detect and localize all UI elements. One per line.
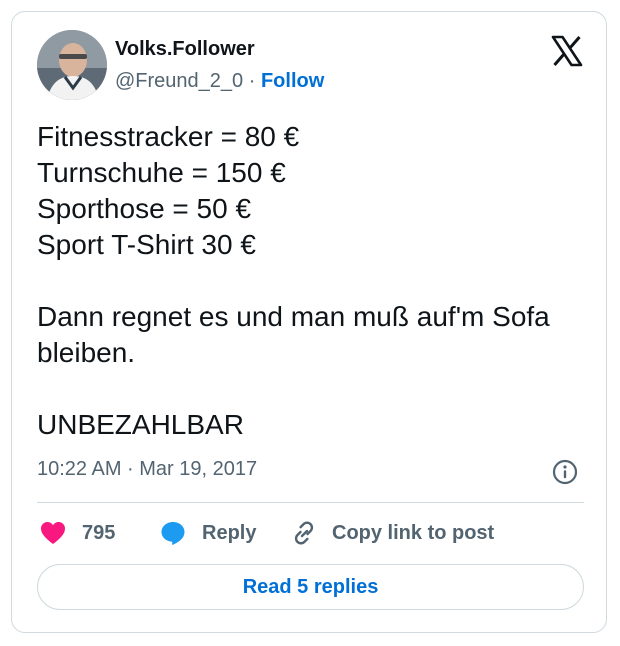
tweet-line: Sport T-Shirt 30 € (37, 229, 256, 260)
tweet-timestamp[interactable]: 10:22 AM · Mar 19, 2017 (37, 458, 257, 481)
tweet-line: Turnschuhe = 150 € (37, 157, 286, 188)
handle-row: @Freund_2_0 · Follow (115, 70, 324, 93)
like-count: 795 (82, 521, 116, 544)
separator-dot: · (248, 70, 256, 92)
tweet-text: Fitnesstracker = 80 € Turnschuhe = 150 €… (37, 119, 592, 443)
reply-button[interactable]: Reply (160, 518, 256, 548)
avatar[interactable] (37, 30, 107, 100)
link-icon (294, 521, 314, 545)
display-name[interactable]: Volks.Follower (115, 38, 255, 61)
copy-link-button[interactable]: Copy link to post (290, 518, 494, 548)
tweet-line: Sporthose = 50 € (37, 193, 252, 224)
reply-label: Reply (202, 521, 257, 544)
speech-bubble-icon (161, 522, 185, 545)
x-logo-icon[interactable] (550, 34, 584, 68)
like-button[interactable]: 795 (40, 518, 115, 548)
tweet-line: Dann regnet es und man muß auf'm Sofa bl… (37, 301, 550, 368)
tweet-card: Volks.Follower @Freund_2_0 · Follow Fitn… (11, 11, 607, 633)
divider (37, 502, 584, 503)
read-replies-button[interactable]: Read 5 replies (37, 564, 584, 610)
tweet-line: UNBEZAHLBAR (37, 409, 244, 440)
copy-link-label: Copy link to post (332, 521, 495, 544)
tweet-line: Fitnesstracker = 80 € (37, 121, 300, 152)
heart-icon (41, 522, 65, 544)
avatar-image (37, 30, 107, 100)
info-icon[interactable] (552, 459, 578, 485)
follow-link[interactable]: Follow (261, 70, 324, 92)
user-handle[interactable]: @Freund_2_0 (115, 70, 243, 92)
